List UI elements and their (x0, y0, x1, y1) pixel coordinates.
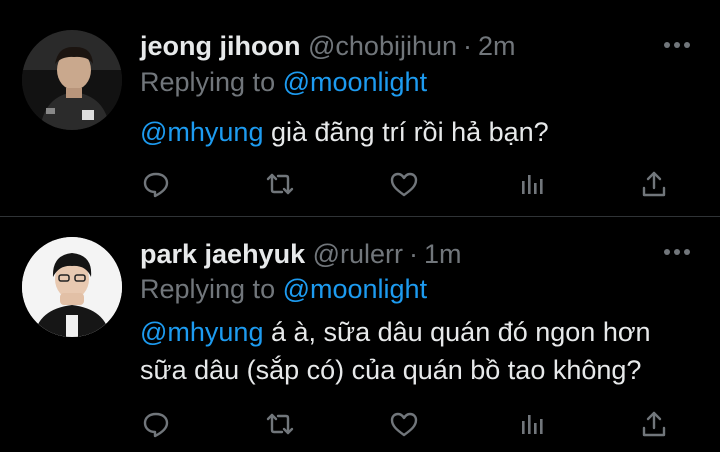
tweet-text: @mhyung á à, sữa dâu quán đó ngon hơn sữ… (140, 313, 710, 389)
tweet-text: @mhyung già đãng trí rồi hả bạn? (140, 113, 710, 151)
tweet-header: jeong jihoon @chobijihun · 2m (140, 30, 516, 62)
separator-dot: · (409, 239, 419, 269)
user-handle[interactable]: @chobijihun (308, 31, 457, 61)
replying-to: Replying to @moonlight (140, 66, 427, 98)
separator-dot: · (463, 31, 473, 61)
user-handle[interactable]: @rulerr (313, 239, 403, 269)
more-icon[interactable] (664, 42, 690, 50)
avatar[interactable] (22, 30, 122, 130)
like-icon[interactable] (388, 408, 420, 440)
retweet-icon[interactable] (264, 168, 296, 200)
replying-to-label: Replying to (140, 274, 283, 304)
views-icon[interactable] (515, 168, 547, 200)
avatar-photo (22, 30, 122, 130)
views-icon[interactable] (515, 408, 547, 440)
action-bar (140, 168, 680, 200)
replying-to-label: Replying to (140, 67, 283, 97)
timestamp[interactable]: 1m (424, 239, 462, 269)
tweet-text-content: già đãng trí rồi hả bạn? (263, 117, 549, 147)
tweet-text-line: @mhyung á à, sữa dâu quán đó ngon hơn (140, 313, 710, 351)
avatar[interactable] (22, 237, 122, 337)
share-icon[interactable] (638, 408, 670, 440)
replying-to-mention[interactable]: @moonlight (283, 67, 427, 97)
mention-link[interactable]: @mhyung (140, 117, 263, 147)
display-name[interactable]: jeong jihoon (140, 31, 300, 61)
tweet[interactable]: park jaehyuk @rulerr · 1m Replying to @moo… (0, 217, 720, 452)
replying-to-mention[interactable]: @moonlight (283, 274, 427, 304)
tweet[interactable]: jeong jihoon @chobijihun · 2m Replying to … (0, 0, 720, 216)
tweet-text-line: @mhyung già đãng trí rồi hả bạn? (140, 113, 710, 151)
reply-icon[interactable] (140, 408, 172, 440)
mention-link[interactable]: @mhyung (140, 317, 263, 347)
tweet-text-content: á à, sữa dâu quán đó ngon hơn (263, 317, 651, 347)
like-icon[interactable] (388, 168, 420, 200)
replying-to: Replying to @moonlight (140, 273, 427, 305)
retweet-icon[interactable] (264, 408, 296, 440)
reply-icon[interactable] (140, 168, 172, 200)
share-icon[interactable] (638, 168, 670, 200)
tweet-header: park jaehyuk @rulerr · 1m (140, 238, 462, 270)
more-icon[interactable] (664, 249, 690, 257)
tweet-text-line: sữa dâu (sắp có) của quán bồ tao không? (140, 355, 642, 385)
avatar-photo (22, 237, 122, 337)
display-name[interactable]: park jaehyuk (140, 239, 305, 269)
timestamp[interactable]: 2m (478, 31, 516, 61)
action-bar (140, 408, 680, 440)
